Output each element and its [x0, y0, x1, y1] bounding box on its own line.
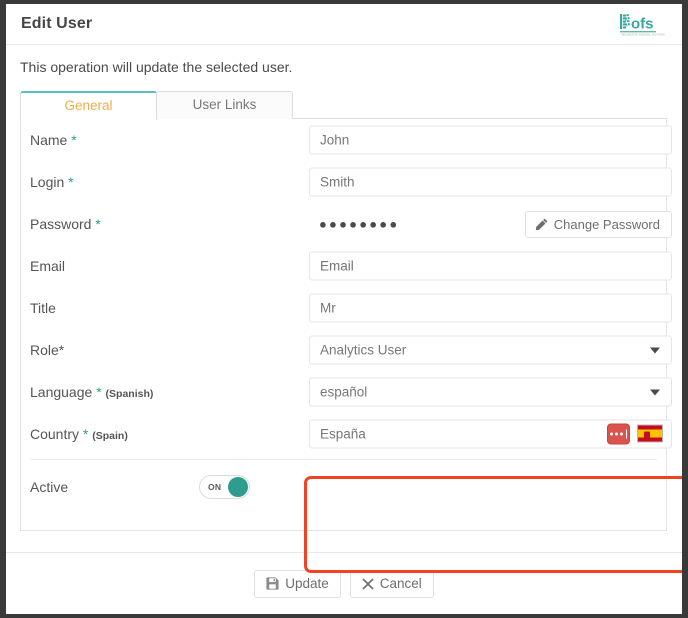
country-field — [309, 419, 672, 449]
dialog-footer: Update Cancel — [6, 552, 682, 614]
form-row-language: Language * (Spanish) — [21, 371, 672, 413]
tab-user-links[interactable]: User Links — [156, 91, 293, 119]
update-button[interactable]: Update — [254, 569, 341, 598]
required-asterisk: * — [96, 384, 102, 400]
language-select[interactable] — [309, 377, 672, 407]
login-field — [309, 167, 672, 197]
login-label: Login * — [30, 174, 74, 190]
required-asterisk: * — [95, 216, 101, 232]
role-label: Role* — [30, 342, 64, 358]
tab-bar: General User Links — [20, 91, 667, 121]
name-label: Name * — [30, 132, 77, 148]
flag-band — [638, 429, 662, 438]
name-field — [309, 125, 672, 155]
form-row-email: Email — [21, 245, 672, 287]
general-tab-panel: Name * Login * Password * ●●●●●● — [20, 119, 682, 573]
form-row-active: Active ON — [21, 460, 666, 514]
required-asterisk: * — [68, 174, 74, 190]
name-input[interactable] — [309, 125, 672, 155]
login-label-text: Login — [30, 174, 65, 190]
title-label: Title — [30, 300, 56, 316]
cancel-label: Cancel — [379, 576, 422, 591]
title-field — [309, 293, 672, 323]
dot — [614, 432, 618, 436]
password-field: ●●●●●●●● Change Password — [309, 210, 672, 239]
ofs-logo: ofs ORGANIZATION FINANCIAL SOLUTIONS — [618, 11, 670, 37]
tab-general[interactable]: General — [20, 91, 157, 121]
change-password-label: Change Password — [553, 216, 660, 232]
form-row-name: Name * — [21, 119, 672, 161]
toggle-knob — [228, 477, 248, 497]
form-row-login: Login * — [21, 161, 672, 203]
login-input[interactable] — [309, 167, 672, 197]
spain-flag-icon — [637, 424, 663, 443]
name-label-text: Name — [30, 132, 68, 148]
language-field — [309, 377, 672, 407]
dot — [619, 432, 623, 436]
active-toggle[interactable]: ON — [199, 475, 250, 499]
active-label: Active — [30, 479, 69, 495]
dialog-subtitle: This operation will update the selected … — [20, 59, 293, 75]
form-row-country: Country * (Spain) — [21, 413, 672, 455]
bar — [625, 429, 628, 439]
update-label: Update — [285, 576, 329, 591]
flag-crest — [644, 431, 650, 439]
pencil-icon — [535, 218, 548, 231]
title-input[interactable] — [309, 293, 672, 323]
password-label: Password * — [30, 216, 101, 232]
svg-text:ORGANIZATION FINANCIAL SOLUTIO: ORGANIZATION FINANCIAL SOLUTIONS — [621, 34, 665, 37]
required-asterisk: * — [82, 426, 89, 442]
country-label: Country * (Spain) — [30, 426, 128, 442]
edit-user-dialog: Edit User ofs ORGANIZATION FINANCIAL SOL… — [6, 4, 682, 614]
change-password-button[interactable]: Change Password — [524, 210, 672, 238]
cancel-button[interactable]: Cancel — [349, 569, 434, 598]
country-label-text: Country — [30, 426, 83, 442]
save-icon — [266, 577, 279, 590]
language-hint: (Spanish) — [105, 388, 154, 400]
email-input[interactable] — [309, 251, 672, 281]
role-label-text: Role* — [30, 342, 65, 358]
dot — [609, 432, 613, 436]
close-icon — [362, 577, 374, 590]
svg-text:ofs: ofs — [631, 16, 654, 33]
form-row-title: Title — [21, 287, 672, 329]
page-title: Edit User — [21, 15, 93, 32]
ellipsis-icon[interactable] — [607, 423, 630, 445]
form-row-role: Role* — [21, 329, 672, 371]
required-asterisk: * — [71, 132, 77, 148]
dialog-header: Edit User ofs ORGANIZATION FINANCIAL SOL… — [6, 4, 682, 45]
email-label: Email — [30, 258, 65, 274]
email-field — [309, 251, 672, 281]
form-row-password: Password * ●●●●●●●● Change Password — [21, 203, 672, 245]
role-select[interactable] — [309, 335, 672, 365]
email-label-text: Email — [30, 258, 66, 274]
password-label-text: Password — [30, 216, 92, 232]
role-field — [309, 335, 672, 365]
country-hint: (Spain) — [92, 430, 128, 442]
language-label-text: Language — [30, 384, 97, 400]
active-toggle-state: ON — [208, 482, 222, 492]
title-label-text: Title — [30, 300, 56, 316]
language-label: Language * (Spanish) — [30, 384, 153, 400]
